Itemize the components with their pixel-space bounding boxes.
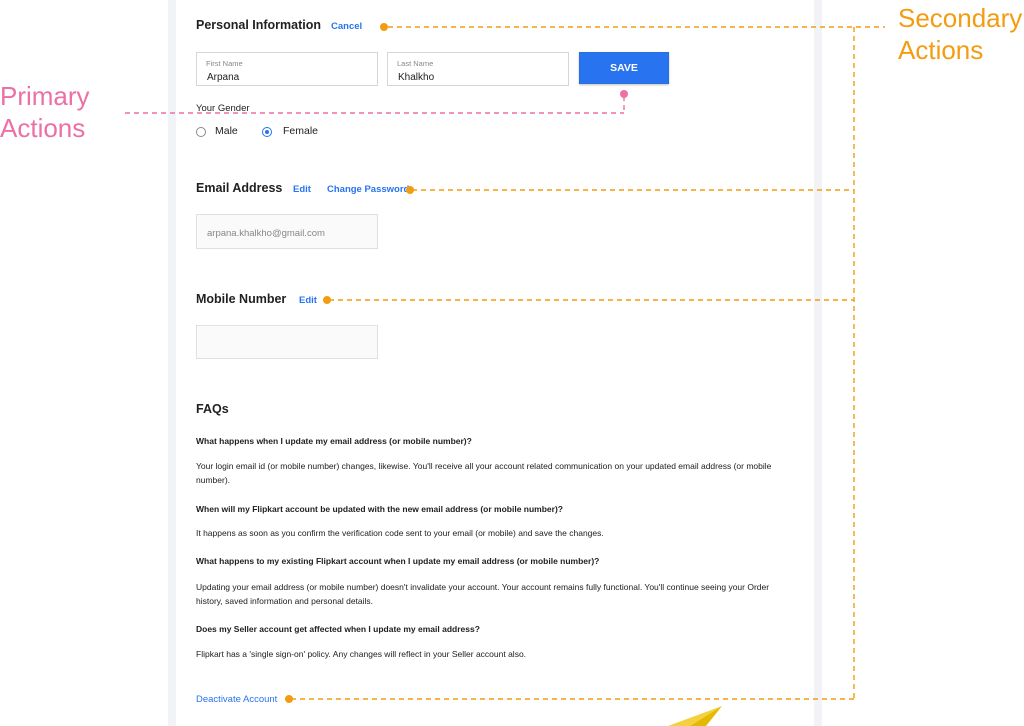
secondary-annotation-line2: Actions xyxy=(898,35,984,65)
primary-annotation-line1: Primary xyxy=(0,81,90,111)
annotation-dot xyxy=(323,296,331,304)
secondary-actions-annotation: Secondary Actions xyxy=(898,2,1022,66)
secondary-annotation-line1: Secondary xyxy=(898,3,1023,33)
annotation-dot xyxy=(380,23,388,31)
annotation-dot xyxy=(406,186,414,194)
annotation-dot xyxy=(620,90,628,98)
annotation-lines xyxy=(125,26,885,726)
primary-actions-annotation: Primary Actions xyxy=(0,80,90,144)
paper-plane-icon xyxy=(668,706,722,726)
primary-annotation-line2: Actions xyxy=(0,113,86,143)
annotation-dot xyxy=(285,695,293,703)
